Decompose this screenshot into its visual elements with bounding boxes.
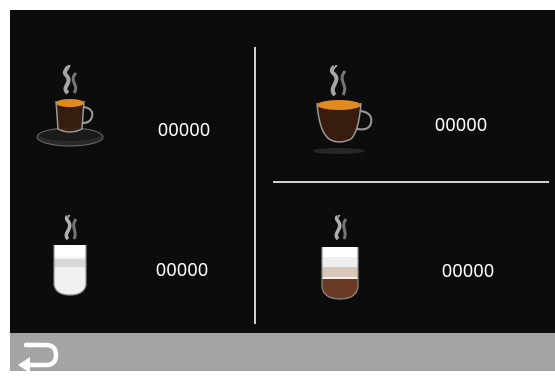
horizontal-divider bbox=[273, 181, 549, 183]
footer-bar bbox=[10, 333, 555, 373]
latte-macchiato-count: 00000 bbox=[156, 260, 209, 280]
beverage-counter-panel: 00000 00000 00000 00000 bbox=[10, 10, 555, 333]
cappuccino-count: 00000 bbox=[442, 261, 495, 281]
counter-screen: 00000 00000 00000 00000 bbox=[10, 10, 555, 373]
espresso-tile[interactable]: 00000 bbox=[30, 65, 240, 165]
cappuccino-tile[interactable]: 00000 bbox=[310, 215, 535, 305]
latte-macchiato-tile[interactable]: 00000 bbox=[40, 215, 250, 305]
espresso-count: 00000 bbox=[158, 120, 211, 140]
back-button[interactable] bbox=[16, 339, 60, 373]
vertical-divider bbox=[254, 47, 256, 324]
back-arrow-icon bbox=[18, 342, 59, 373]
espresso-cup-icon bbox=[36, 65, 104, 147]
cappuccino-glass-icon bbox=[321, 215, 359, 300]
coffee-tile[interactable]: 00000 bbox=[295, 65, 535, 165]
coffee-cup-icon bbox=[313, 65, 373, 154]
latte-macchiato-glass-icon bbox=[53, 215, 87, 296]
coffee-count: 00000 bbox=[435, 115, 488, 135]
